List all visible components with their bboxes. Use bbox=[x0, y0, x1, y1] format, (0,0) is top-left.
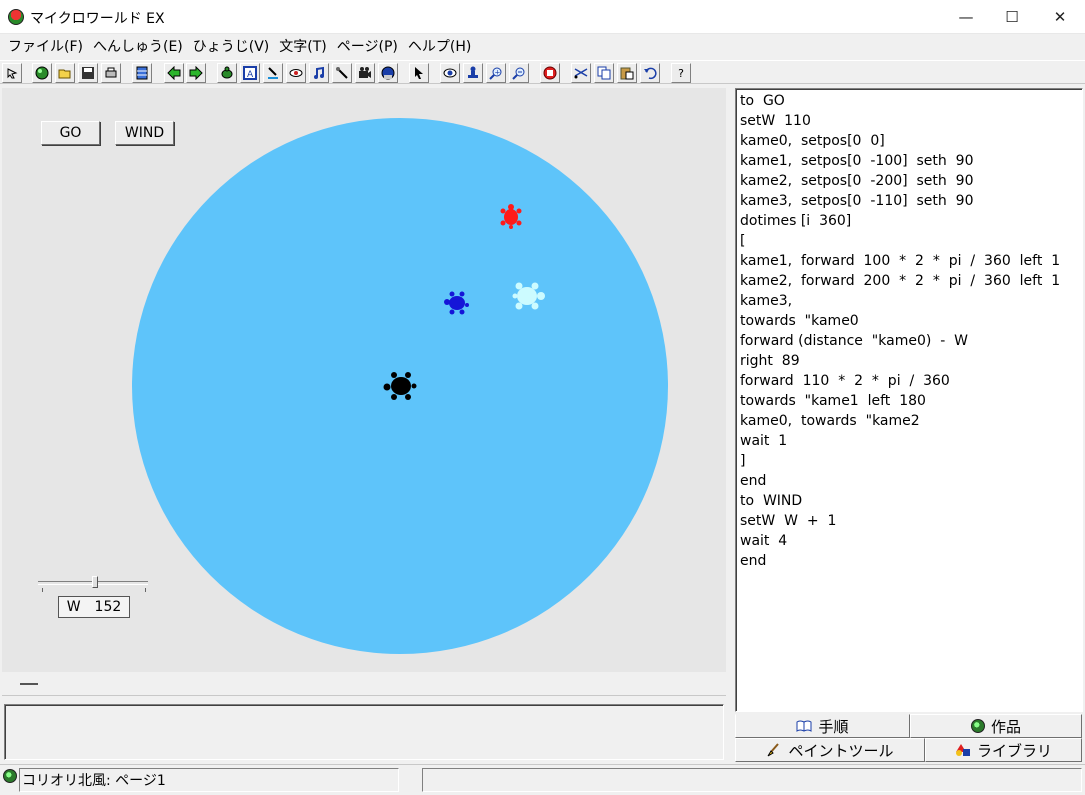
pointer-arrow-icon[interactable] bbox=[2, 63, 22, 83]
tab-procedures[interactable]: 手順 bbox=[735, 714, 910, 738]
w-slider-name: W bbox=[66, 599, 81, 615]
go-button[interactable]: GO bbox=[41, 121, 100, 145]
menu-view[interactable]: ひょうじ(V) bbox=[191, 36, 276, 56]
globe-icon[interactable] bbox=[32, 63, 52, 83]
window-title: マイクロワールド EX bbox=[30, 11, 165, 27]
stop-hand-icon[interactable] bbox=[540, 63, 560, 83]
open-folder-icon[interactable] bbox=[55, 63, 75, 83]
eye-icon[interactable] bbox=[286, 63, 306, 83]
menu-text[interactable]: 文字(T) bbox=[277, 36, 332, 56]
copy-icon[interactable] bbox=[594, 63, 614, 83]
project-globe-icon bbox=[970, 719, 985, 733]
close-button[interactable]: ✕ bbox=[1037, 0, 1083, 34]
code-line: to WIND bbox=[740, 493, 803, 509]
w-slider-readout: W 152 bbox=[58, 596, 130, 618]
code-line: wait 1 bbox=[740, 433, 788, 449]
zoom-in-icon[interactable]: + bbox=[486, 63, 506, 83]
menu-page[interactable]: ページ(P) bbox=[335, 36, 404, 56]
status-bar: コリオリ北風: ページ1 bbox=[0, 764, 1085, 795]
forward-arrow-icon[interactable] bbox=[186, 63, 206, 83]
code-line: kame3, setpos[0 -110] seth 90 bbox=[740, 193, 974, 209]
turtle-icon[interactable] bbox=[217, 63, 237, 83]
code-line: setW 110 bbox=[740, 113, 811, 129]
w-slider-thumb[interactable] bbox=[92, 576, 98, 588]
turtle-kame0[interactable] bbox=[383, 368, 419, 404]
music-note-icon[interactable] bbox=[309, 63, 329, 83]
back-arrow-icon[interactable] bbox=[164, 63, 184, 83]
code-line: towards "kame1 left 180 bbox=[740, 393, 926, 409]
code-line: ] bbox=[740, 453, 746, 469]
menu-file[interactable]: ファイル(F) bbox=[6, 36, 89, 56]
w-slider-ticks bbox=[42, 588, 146, 592]
tab-project-label: 作品 bbox=[990, 717, 1021, 736]
svg-text:+: + bbox=[495, 69, 501, 77]
code-line: forward 110 * 2 * pi / 360 bbox=[740, 373, 950, 389]
page-canvas[interactable]: GO WIND W 152 bbox=[2, 88, 726, 672]
zoom-out-icon[interactable] bbox=[509, 63, 529, 83]
code-line: kame3, bbox=[740, 293, 793, 309]
message-splitter[interactable] bbox=[2, 674, 726, 696]
toolbar: A + ? bbox=[0, 60, 1085, 84]
code-line: to GO bbox=[740, 93, 785, 109]
code-line: right 89 bbox=[740, 353, 800, 369]
paintbrush-icon[interactable] bbox=[263, 63, 283, 83]
turtle-kame3[interactable] bbox=[508, 280, 548, 312]
code-line: kame2, setpos[0 -200] seth 90 bbox=[740, 173, 974, 189]
code-line: kame1, forward 100 * 2 * pi / 360 left 1 bbox=[740, 253, 1061, 269]
code-line: kame0, setpos[0 0] bbox=[740, 133, 885, 149]
paste-icon[interactable] bbox=[617, 63, 637, 83]
undo-icon[interactable] bbox=[640, 63, 660, 83]
collapse-handle[interactable] bbox=[20, 683, 38, 685]
code-line: forward (distance "kame0) - W bbox=[740, 333, 969, 349]
stamp-icon[interactable] bbox=[463, 63, 483, 83]
menu-bar: ファイル(F) へんしゅう(E) ひょうじ(V) 文字(T) ページ(P) ヘル… bbox=[0, 34, 1085, 58]
tab-project[interactable]: 作品 bbox=[910, 714, 1082, 738]
status-page-name: コリオリ北風: ページ1 bbox=[19, 768, 399, 792]
tab-procedures-label: 手順 bbox=[818, 717, 849, 736]
code-line: dotimes [i 360] bbox=[740, 213, 852, 229]
shapes-icon bbox=[955, 744, 970, 756]
code-line: end bbox=[740, 553, 767, 569]
table-icon[interactable] bbox=[132, 63, 152, 83]
code-line: kame0, towards "kame2 bbox=[740, 413, 920, 429]
title-bar: マイクロワールド EX — ☐ ✕ bbox=[0, 0, 1085, 34]
print-icon[interactable] bbox=[101, 63, 121, 83]
minimize-button[interactable]: — bbox=[943, 0, 989, 34]
draw-tool-icon[interactable] bbox=[332, 63, 352, 83]
menu-edit[interactable]: へんしゅう(E) bbox=[91, 36, 189, 56]
text-box-icon[interactable]: A bbox=[240, 63, 260, 83]
video-globe-icon[interactable] bbox=[378, 63, 398, 83]
film-camera-icon[interactable] bbox=[355, 63, 375, 83]
svg-text:A: A bbox=[247, 70, 254, 80]
code-line: kame1, setpos[0 -100] seth 90 bbox=[740, 153, 974, 169]
tab-paint-tools[interactable]: ペイントツール bbox=[735, 738, 925, 762]
code-line: [ bbox=[740, 233, 746, 249]
code-line: wait 4 bbox=[740, 533, 788, 549]
save-disk-icon[interactable] bbox=[78, 63, 98, 83]
paintbrush-icon bbox=[768, 743, 780, 757]
turtle-kame2[interactable] bbox=[443, 289, 471, 317]
menu-help[interactable]: ヘルプ(H) bbox=[406, 36, 477, 56]
status-secondary bbox=[422, 768, 1082, 792]
cut-scissors-icon[interactable] bbox=[571, 63, 591, 83]
procedures-editor[interactable]: to GO setW 110 kame0, setpos[0 0] kame1,… bbox=[735, 88, 1083, 712]
hide-eye-icon[interactable] bbox=[440, 63, 460, 83]
tab-library-label: ライブラリ bbox=[976, 741, 1052, 760]
turtle-kame1[interactable] bbox=[498, 204, 524, 230]
tab-paint-tools-label: ペイントツール bbox=[788, 741, 894, 760]
wind-button[interactable]: WIND bbox=[115, 121, 174, 145]
command-center[interactable] bbox=[4, 704, 724, 760]
app-icon bbox=[8, 9, 24, 25]
status-globe-icon bbox=[3, 769, 17, 783]
code-line: kame2, forward 200 * 2 * pi / 360 left 1 bbox=[740, 273, 1061, 289]
open-book-icon bbox=[796, 720, 812, 732]
select-arrow-icon[interactable] bbox=[409, 63, 429, 83]
code-line: end bbox=[740, 473, 767, 489]
maximize-button[interactable]: ☐ bbox=[989, 0, 1035, 34]
help-icon[interactable]: ? bbox=[671, 63, 691, 83]
code-line: setW W + 1 bbox=[740, 513, 837, 529]
code-line: towards "kame0 bbox=[740, 313, 859, 329]
w-slider-value: 152 bbox=[94, 599, 122, 615]
tab-library[interactable]: ライブラリ bbox=[925, 738, 1082, 762]
